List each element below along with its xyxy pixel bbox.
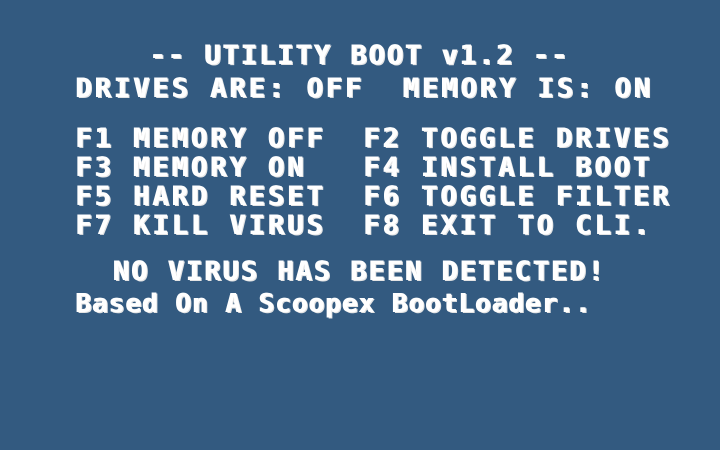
screen-title: -- UTILITY BOOT v1.2 -- bbox=[150, 40, 570, 71]
menu-item-toggle-drives[interactable]: F2 TOGGLE DRIVES bbox=[364, 124, 672, 154]
menu-item-install-boot[interactable]: F4 INSTALL BOOT bbox=[364, 153, 653, 183]
virus-status-message: NO VIRUS HAS BEEN DETECTED! bbox=[113, 256, 607, 287]
menu-row: F7 KILL VIRUS F8 EXIT TO CLI. bbox=[76, 211, 676, 241]
menu-item-kill-virus[interactable]: F7 KILL VIRUS bbox=[76, 211, 326, 241]
menu-row: F1 MEMORY OFF F2 TOGGLE DRIVES bbox=[76, 124, 676, 154]
menu-item-memory-on[interactable]: F3 MEMORY ON bbox=[76, 153, 307, 183]
menu-row: F3 MEMORY ON F4 INSTALL BOOT bbox=[76, 153, 676, 183]
boot-screen: -- UTILITY BOOT v1.2 -- DRIVES ARE: OFF … bbox=[0, 0, 720, 450]
function-key-menu: F1 MEMORY OFF F2 TOGGLE DRIVES F3 MEMORY… bbox=[76, 124, 676, 241]
menu-item-exit-to-cli[interactable]: F8 EXIT TO CLI. bbox=[364, 211, 653, 241]
menu-item-memory-off[interactable]: F1 MEMORY OFF bbox=[76, 124, 326, 154]
menu-row: F5 HARD RESET F6 TOGGLE FILTER bbox=[76, 182, 676, 212]
credit-line: Based On A Scoopex BootLoader.. bbox=[76, 289, 593, 319]
menu-item-hard-reset[interactable]: F5 HARD RESET bbox=[76, 182, 326, 212]
menu-item-toggle-filter[interactable]: F6 TOGGLE FILTER bbox=[364, 182, 672, 212]
status-line: DRIVES ARE: OFF MEMORY IS: ON bbox=[76, 73, 654, 104]
